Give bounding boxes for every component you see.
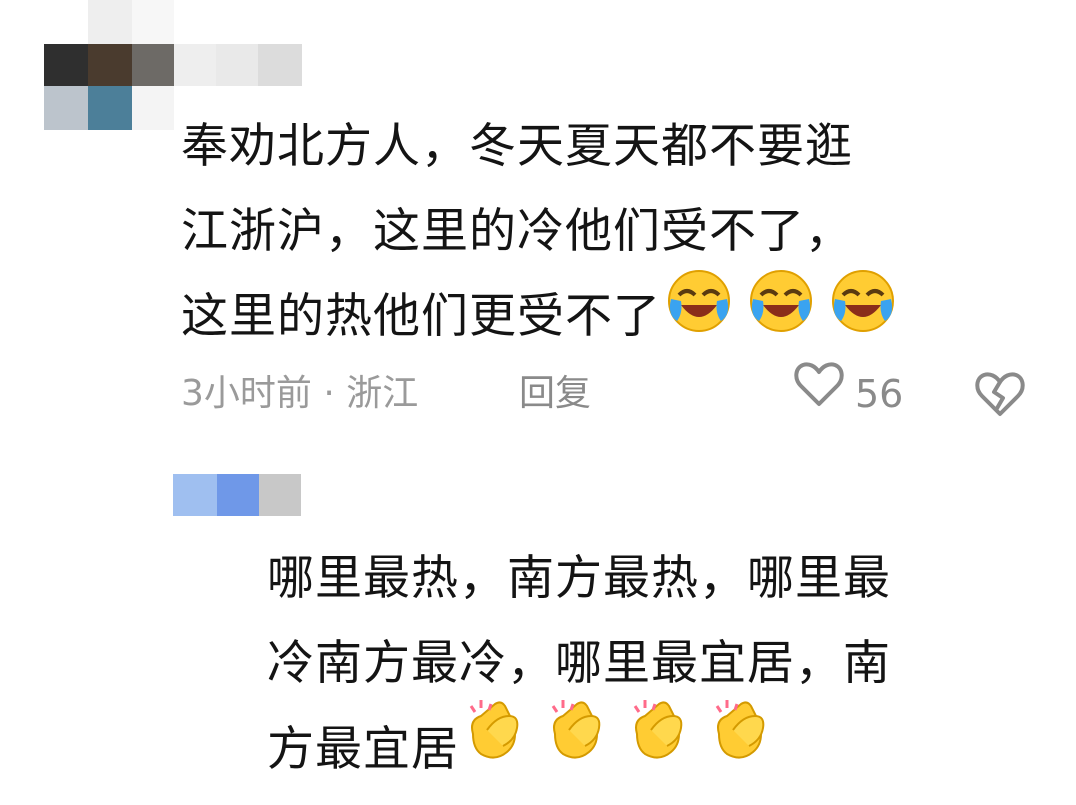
comment-body: 奉劝北方人，冬天夏天都不要逛 江浙沪，这里的冷他们受不了， 这里的热他们更受不了 — [181, 104, 901, 359]
reply-line: 方最宜居 — [267, 722, 459, 777]
clapping-hands-emoji — [461, 694, 791, 799]
comment-line: 江浙沪，这里的冷他们受不了， — [181, 204, 853, 259]
reply-line-with-emoji: 方最宜居 — [267, 700, 891, 791]
comment-line: 这里的热他们更受不了 — [181, 289, 661, 344]
comment-time: 3小时前 — [181, 373, 312, 414]
comment-location: 浙江 — [346, 373, 419, 414]
broken-heart-icon — [974, 372, 1026, 427]
comment-line: 奉劝北方人，冬天夏天都不要逛 — [181, 119, 853, 174]
like-button[interactable]: 56 — [793, 361, 904, 420]
reply-button[interactable]: 回复 — [519, 362, 591, 426]
like-count: 56 — [855, 372, 904, 416]
dislike-button[interactable] — [974, 370, 1026, 439]
reply-line: 哪里最热，南方最热，哪里最 — [267, 551, 891, 606]
reply-body: 哪里最热，南方最热，哪里最 冷南方最冷，哪里最宜居，南 方最宜居 — [267, 536, 891, 791]
comment-line-with-emoji: 这里的热他们更受不了 — [181, 270, 901, 359]
comment-meta: 3小时前 · 浙江 回复 56 — [181, 361, 1031, 426]
laughing-crying-emoji — [663, 265, 901, 362]
comment-thread: 奉劝北方人，冬天夏天都不要逛 江浙沪，这里的冷他们受不了， 这里的热他们更受不了 — [0, 0, 1076, 805]
username[interactable] — [174, 44, 302, 86]
reply-username[interactable] — [173, 474, 301, 516]
meta-separator: · — [323, 373, 335, 414]
heart-icon — [793, 360, 845, 429]
meta-info: 3小时前 · 浙江 — [181, 362, 418, 426]
user-avatar[interactable] — [44, 0, 174, 130]
